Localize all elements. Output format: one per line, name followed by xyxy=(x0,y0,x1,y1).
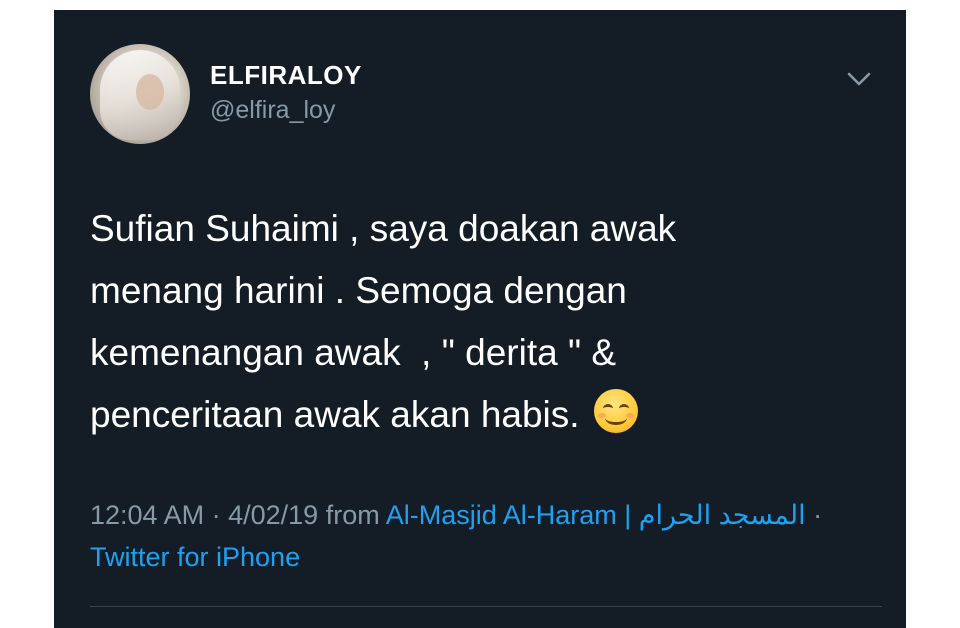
tweet-metadata: 12:04 AM · 4/02/19 from Al-Masjid Al-Har… xyxy=(90,494,880,578)
tweet-line: kemenangan awak , " derita " & xyxy=(90,332,617,373)
display-name[interactable]: ELFIRALOY xyxy=(210,60,362,91)
avatar-face xyxy=(136,74,164,110)
smiling-face-emoji-icon xyxy=(593,389,638,433)
tweet-time[interactable]: 12:04 AM xyxy=(90,500,204,530)
user-handle[interactable]: @elfira_loy xyxy=(210,96,335,125)
avatar[interactable] xyxy=(90,44,190,144)
meta-separator: · xyxy=(211,500,221,530)
source-link[interactable]: Twitter for iPhone xyxy=(90,542,300,572)
tweet-card: ELFIRALOY @elfira_loy Sufian Suhaimi , s… xyxy=(54,10,906,628)
tweet-date[interactable]: 4/02/19 xyxy=(228,500,318,530)
divider xyxy=(90,606,882,607)
tweet-line: Sufian Suhaimi , saya doakan awak xyxy=(90,208,677,249)
tweet-line: menang harini . Semoga dengan xyxy=(90,270,627,311)
chevron-down-icon[interactable] xyxy=(846,70,872,88)
tweet-line: penceritaan awak akan habis. xyxy=(90,394,580,435)
from-label: from xyxy=(325,500,380,530)
location-link[interactable]: Al-Masjid Al-Haram | المسجد الحرام xyxy=(386,500,806,530)
meta-separator: · xyxy=(813,500,823,530)
tweet-text: Sufian Suhaimi , saya doakan awak menang… xyxy=(90,198,870,446)
